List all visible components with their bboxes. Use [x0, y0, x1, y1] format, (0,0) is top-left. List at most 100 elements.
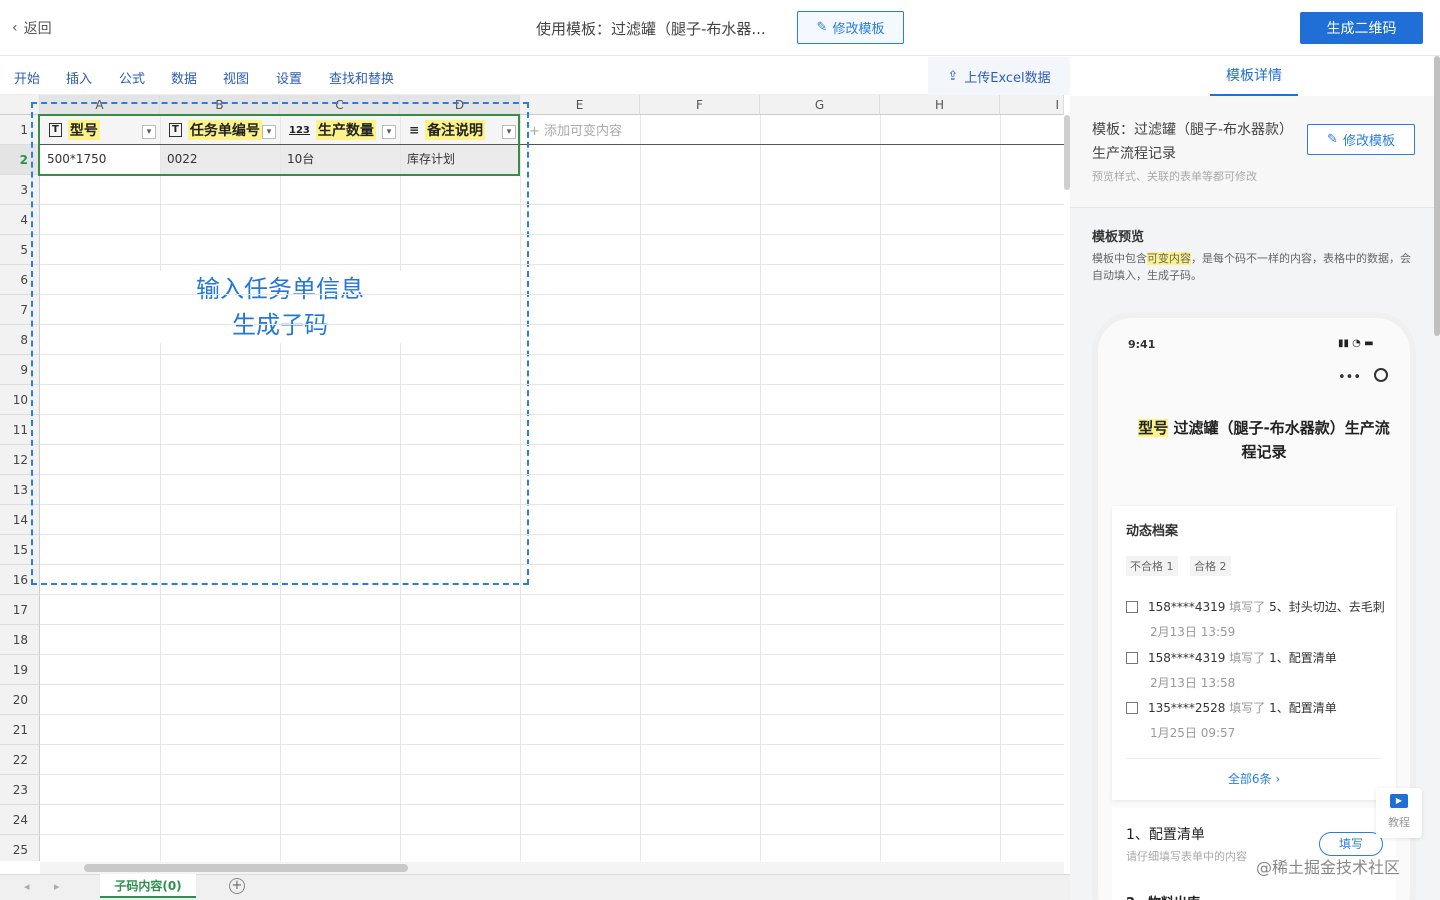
row-header[interactable]: 7	[0, 295, 40, 325]
col-header-h[interactable]: H	[880, 95, 1000, 115]
more-icon[interactable]: •••	[1338, 370, 1361, 385]
row-header[interactable]: 23	[0, 775, 40, 805]
col-header-e[interactable]: E	[520, 95, 640, 115]
close-miniapp-icon[interactable]	[1374, 368, 1388, 382]
horizontal-scrollbar[interactable]	[40, 862, 1064, 874]
col-header-d[interactable]: D	[400, 95, 520, 115]
header-cell-model[interactable]: T 型号 ▾	[41, 116, 160, 144]
grid-line	[40, 534, 1064, 535]
cell-b2[interactable]: 0022	[161, 145, 280, 174]
col-header-g[interactable]: G	[760, 95, 880, 115]
row-header[interactable]: 5	[0, 235, 40, 265]
cell-a2[interactable]: 500*1750	[41, 145, 160, 174]
grid-line	[760, 115, 761, 861]
row-header[interactable]: 4	[0, 205, 40, 235]
row-header[interactable]: 6	[0, 265, 40, 295]
grid-line	[40, 474, 1064, 475]
grid-line	[40, 834, 1064, 835]
spreadsheet-grid[interactable]: A B C D E F G H I 1 2 3 4 5 6 7 8 9 10 11 12 13 14 15 1…	[0, 95, 1064, 861]
grid-line	[400, 115, 401, 861]
col-header-b[interactable]: B	[160, 95, 280, 115]
cell-c2[interactable]: 10台	[281, 145, 400, 174]
desc-highlight: 可变内容	[1147, 252, 1191, 265]
scroll-thumb[interactable]	[84, 864, 408, 872]
row-header[interactable]: 12	[0, 445, 40, 475]
edit-record-icon	[1126, 702, 1138, 714]
tab-formula[interactable]: 公式	[119, 68, 145, 87]
record-action: 填写了	[1229, 600, 1266, 614]
preview-heading: 模板预览	[1092, 230, 1145, 245]
add-sheet-icon[interactable]: +	[229, 878, 245, 894]
edit-template-button[interactable]: ✎ 修改模板	[797, 11, 904, 44]
view-all-link[interactable]: 全部6条 ›	[1112, 770, 1396, 787]
prev-sheet-icon[interactable]: ◂	[24, 880, 30, 893]
dropdown-icon[interactable]: ▾	[382, 125, 396, 139]
row-header[interactable]: 19	[0, 655, 40, 685]
row-header[interactable]: 13	[0, 475, 40, 505]
col-header-i[interactable]: I	[1000, 95, 1064, 115]
col-header-c[interactable]: C	[280, 95, 400, 115]
row-header[interactable]: 14	[0, 505, 40, 535]
edit-template-button-panel[interactable]: ✎ 修改模板	[1307, 124, 1415, 155]
col-header-a[interactable]: A	[40, 95, 160, 115]
tab-data[interactable]: 数据	[171, 68, 197, 87]
record-time: 1月25日 09:57	[1150, 726, 1236, 740]
record-item[interactable]: 135****2528 填写了 1、配置清单 1月25日 09:57	[1126, 699, 1337, 741]
record-user: 158****4319	[1148, 651, 1226, 665]
dropdown-icon[interactable]: ▾	[262, 125, 276, 139]
row-header[interactable]: 15	[0, 535, 40, 565]
row-header[interactable]: 25	[0, 835, 40, 861]
row-header[interactable]: 17	[0, 595, 40, 625]
tab-view[interactable]: 视图	[223, 68, 249, 87]
tab-insert[interactable]: 插入	[66, 68, 92, 87]
page-scrollbar[interactable]	[1434, 56, 1440, 336]
tutorial-button[interactable]: ▶ 教程	[1376, 788, 1422, 838]
header-cell-quantity[interactable]: 123 生产数量 ▾	[281, 116, 400, 144]
header-cell-remarks[interactable]: ≡ 备注说明 ▾	[401, 116, 520, 144]
preview-description: 模板中包含可变内容，是每个码不一样的内容，表格中的数据，会自动填入，生成子码。	[1092, 250, 1412, 284]
tab-settings[interactable]: 设置	[276, 68, 302, 87]
grid-line	[40, 804, 1064, 805]
row-header[interactable]: 9	[0, 355, 40, 385]
corner-cell[interactable]	[0, 95, 40, 115]
fill-button[interactable]: 填写	[1319, 832, 1383, 856]
tab-find-replace[interactable]: 查找和替换	[329, 68, 394, 87]
filter-fail[interactable]: 不合格 1	[1126, 556, 1178, 576]
dropdown-icon[interactable]: ▾	[142, 125, 156, 139]
row-header[interactable]: 16	[0, 565, 40, 595]
number-type-icon: 123	[289, 124, 310, 136]
edit-record-icon	[1126, 652, 1138, 664]
generate-qr-button[interactable]: 生成二维码	[1300, 12, 1423, 44]
tab-template-details[interactable]: 模板详情	[1210, 56, 1298, 96]
grid-line	[40, 564, 1064, 565]
col-header-f[interactable]: F	[640, 95, 760, 115]
row-header[interactable]: 8	[0, 325, 40, 355]
add-variable-button[interactable]: + 添加可变内容	[529, 120, 622, 139]
row-header[interactable]: 1	[0, 115, 40, 145]
row-header[interactable]: 21	[0, 715, 40, 745]
record-item[interactable]: 158****4319 填写了 5、封头切边、去毛刺 2月13日 13:59	[1126, 598, 1385, 640]
annotation-line-1: 输入任务单信息	[196, 275, 364, 303]
row-header[interactable]: 3	[0, 175, 40, 205]
record-item[interactable]: 158****4319 填写了 1、配置清单 2月13日 13:58	[1126, 649, 1337, 691]
watermark: @稀土掘金技术社区	[1256, 858, 1401, 877]
upload-excel-button[interactable]: ⇪ 上传Excel数据	[928, 57, 1070, 95]
row-header[interactable]: 2	[0, 145, 40, 175]
filter-pass[interactable]: 合格 2	[1190, 556, 1231, 576]
toolbar: 开始 插入 公式 数据 视图 设置 查找和替换	[0, 57, 1070, 95]
row-header[interactable]: 11	[0, 415, 40, 445]
row-header[interactable]: 24	[0, 805, 40, 835]
row-header[interactable]: 10	[0, 385, 40, 415]
sheet-tab[interactable]: 子码内容(0)	[100, 874, 196, 898]
dropdown-icon[interactable]: ▾	[502, 125, 516, 139]
record-time: 2月13日 13:58	[1150, 676, 1236, 690]
cell-d2[interactable]: 库存计划	[401, 145, 520, 174]
row-header[interactable]: 20	[0, 685, 40, 715]
header-cell-task-number[interactable]: T 任务单编号 ▾	[161, 116, 280, 144]
row-header[interactable]: 22	[0, 745, 40, 775]
chevron-left-icon: ‹	[12, 20, 18, 36]
tab-start[interactable]: 开始	[14, 68, 40, 87]
row-header[interactable]: 18	[0, 625, 40, 655]
back-button[interactable]: ‹ 返回	[12, 18, 52, 38]
next-sheet-icon[interactable]: ▸	[54, 880, 60, 893]
